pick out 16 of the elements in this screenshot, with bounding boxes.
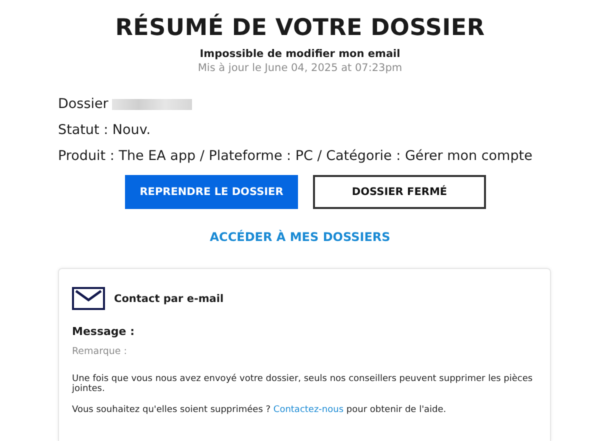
case-label: Dossier [58, 96, 108, 112]
card-title: Contact par e-mail [114, 292, 224, 304]
help-text: Vous souhaitez qu'elles soient supprimées ? Contactez-nous pour obtenir de l'aide. [72, 405, 448, 415]
product-text: Produit : The EA app / Plateforme : PC / Catégorie : Gérer mon compte [58, 148, 534, 164]
remark-label: Remarque : [72, 346, 128, 357]
case-subject: Impossible de modifier mon email [200, 48, 400, 60]
contact-link[interactable]: Contactez-nous [273, 405, 344, 415]
updated-date: Mis à jour le June 04, 2025 at 07:23pm [198, 62, 402, 74]
closed-case-button[interactable]: DOSSIER FERMÉ [313, 175, 486, 209]
page-title: RÉSUMÉ DE VOTRE DOSSIER [115, 15, 485, 41]
my-cases-link[interactable]: ACCÉDER À MES DOSSIERS [210, 230, 390, 244]
envelope-icon [72, 287, 105, 310]
status-text: Statut : Nouv. [58, 122, 152, 138]
attachments-note: Une fois que vous nous avez envoyé votre dossier, seuls nos conseillers peuvent supprimer les pièces jointes. [72, 374, 534, 394]
message-label: Message : [72, 325, 136, 338]
resume-case-button[interactable]: REPRENDRE LE DOSSIER [125, 175, 298, 209]
